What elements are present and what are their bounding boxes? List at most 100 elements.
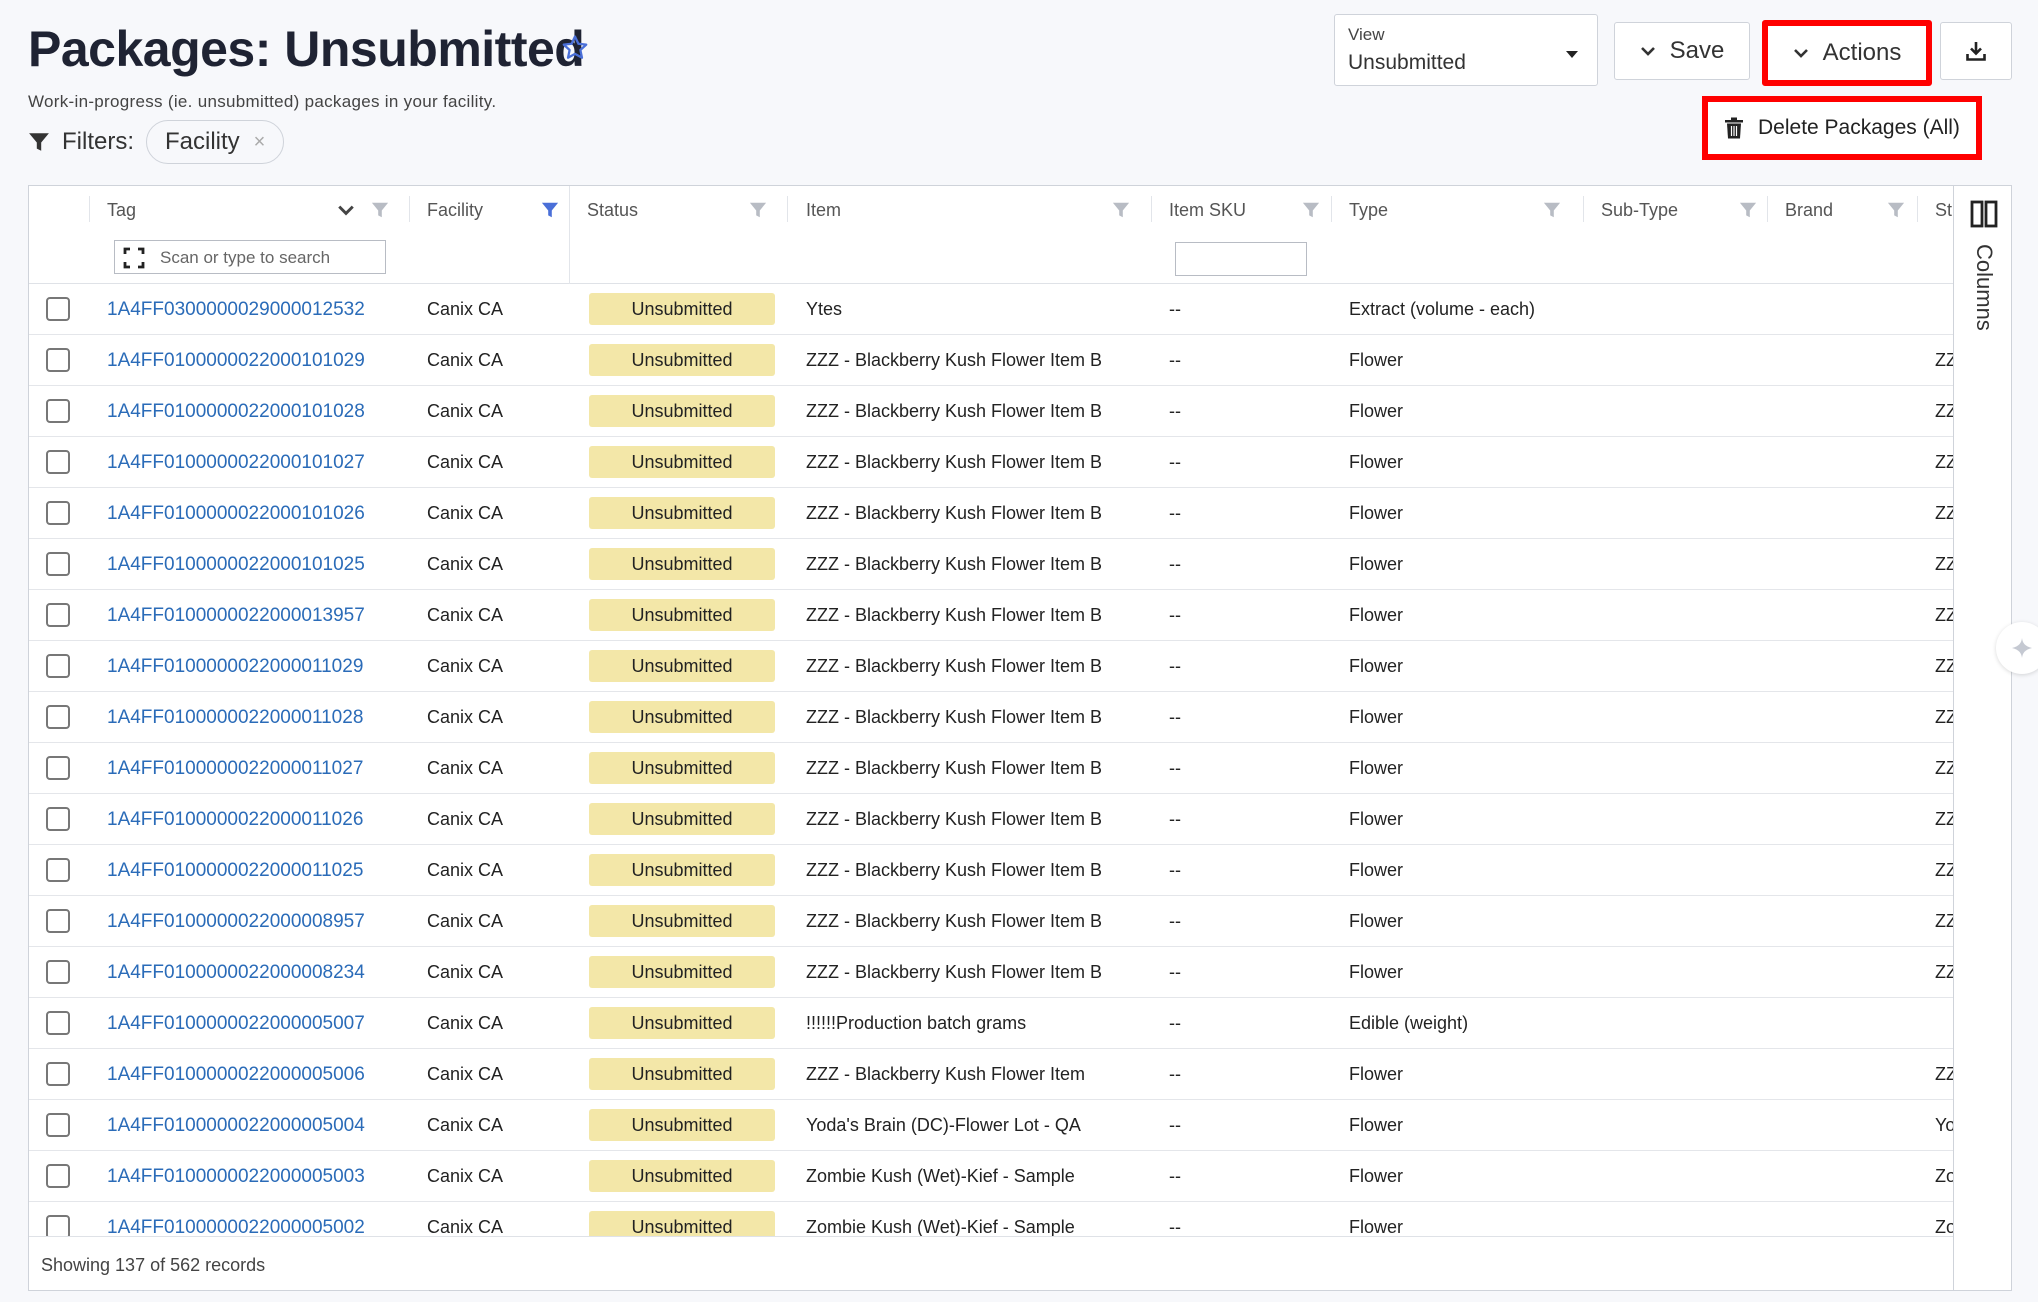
row-checkbox[interactable] [46,858,70,882]
tag-link[interactable]: 1A4FF0100000022000101025 [107,539,407,590]
table-row[interactable]: 1A4FF0100000022000005002 Canix CA Zombie K… [29,1202,1953,1236]
tag-link[interactable]: 1A4FF0100000022000011029 [107,641,407,692]
tag-link-text[interactable]: 1A4FF0100000022000008957 [107,911,365,932]
row-checkbox[interactable] [46,909,70,933]
column-header-brand[interactable]: Brand [1785,200,1833,221]
tag-link[interactable]: 1A4FF0100000022000101028 [107,386,407,437]
row-checkbox[interactable] [46,1164,70,1188]
download-button[interactable] [1940,22,2012,80]
table-row[interactable]: 1A4FF0300000029000012532 Canix CA Ytes -- Ex… [29,284,1953,335]
column-header-strain[interactable]: St [1935,200,1952,221]
table-row[interactable]: 1A4FF0100000022000101027 Canix CA ZZZ - Bl… [29,437,1953,488]
tag-link[interactable]: 1A4FF0100000022000005006 [107,1049,407,1100]
tag-link-text[interactable]: 1A4FF0100000022000101028 [107,401,365,422]
row-checkbox[interactable] [46,960,70,984]
table-row[interactable]: 1A4FF0100000022000005004 Canix CA Yoda's B… [29,1100,1953,1151]
table-row[interactable]: 1A4FF0100000022000101028 Canix CA ZZZ - Bl… [29,386,1953,437]
row-checkbox[interactable] [46,705,70,729]
filter-icon[interactable] [371,201,389,219]
row-checkbox[interactable] [46,756,70,780]
row-checkbox[interactable] [46,297,70,321]
column-header-item-sku[interactable]: Item SKU [1169,200,1246,221]
tag-link[interactable]: 1A4FF0100000022000101029 [107,335,407,386]
table-row[interactable]: 1A4FF0100000022000101029 Canix CA ZZZ - Bl… [29,335,1953,386]
tag-link-text[interactable]: 1A4FF0100000022000101025 [107,554,365,575]
tag-link[interactable]: 1A4FF0100000022000008234 [107,947,407,998]
save-button[interactable]: Save [1614,22,1750,80]
filter-icon[interactable] [749,201,767,219]
filter-icon[interactable] [1739,201,1757,219]
tag-link-text[interactable]: 1A4FF0100000022000011028 [107,707,363,728]
row-checkbox[interactable] [46,450,70,474]
tag-link-text[interactable]: 1A4FF0100000022000013957 [107,605,365,626]
table-row[interactable]: 1A4FF0100000022000013957 Canix CA ZZZ - Bl… [29,590,1953,641]
tag-link-text[interactable]: 1A4FF0300000029000012532 [107,299,365,320]
tag-link-text[interactable]: 1A4FF0100000022000005002 [107,1217,365,1236]
table-row[interactable]: 1A4FF0100000022000011027 Canix CA ZZZ - Bl… [29,743,1953,794]
sort-chevron-icon[interactable] [337,201,355,219]
column-header-facility[interactable]: Facility [427,200,483,221]
table-row[interactable]: 1A4FF0100000022000008234 Canix CA ZZZ - Bl… [29,947,1953,998]
tag-link-text[interactable]: 1A4FF0100000022000011026 [107,809,363,830]
tag-link[interactable]: 1A4FF0100000022000101026 [107,488,407,539]
filter-icon[interactable] [1543,201,1561,219]
row-checkbox[interactable] [46,399,70,423]
table-row[interactable]: 1A4FF0100000022000101025 Canix CA ZZZ - Bl… [29,539,1953,590]
tag-link-text[interactable]: 1A4FF0100000022000005003 [107,1166,365,1187]
table-row[interactable]: 1A4FF0100000022000101026 Canix CA ZZZ - Bl… [29,488,1953,539]
tag-link-text[interactable]: 1A4FF0100000022000101029 [107,350,365,371]
table-row[interactable]: 1A4FF0100000022000005007 Canix CA !!!!!!Pr… [29,998,1953,1049]
filter-icon[interactable] [1112,201,1130,219]
tag-link[interactable]: 1A4FF0100000022000011028 [107,692,407,743]
table-row[interactable]: 1A4FF0100000022000008957 Canix CA ZZZ - Bl… [29,896,1953,947]
tag-link[interactable]: 1A4FF0100000022000011027 [107,743,407,794]
close-icon[interactable]: × [254,131,266,154]
tag-link-text[interactable]: 1A4FF0100000022000101026 [107,503,365,524]
row-checkbox[interactable] [46,654,70,678]
tag-link[interactable]: 1A4FF0100000022000005003 [107,1151,407,1202]
tag-link-text[interactable]: 1A4FF0100000022000011029 [107,656,363,677]
row-checkbox[interactable] [46,348,70,372]
tag-link[interactable]: 1A4FF0100000022000013957 [107,590,407,641]
table-row[interactable]: 1A4FF0100000022000011026 Canix CA ZZZ - Bl… [29,794,1953,845]
tag-link-text[interactable]: 1A4FF0100000022000005004 [107,1115,365,1136]
row-checkbox[interactable] [46,603,70,627]
table-row[interactable]: 1A4FF0100000022000011029 Canix CA ZZZ - Bl… [29,641,1953,692]
column-header-type[interactable]: Type [1349,200,1388,221]
tag-link[interactable]: 1A4FF0100000022000008957 [107,896,407,947]
column-header-item[interactable]: Item [806,200,841,221]
delete-packages-menu-item[interactable]: Delete Packages (All) [1702,96,1982,160]
tag-link[interactable]: 1A4FF0100000022000005004 [107,1100,407,1151]
tag-link-text[interactable]: 1A4FF0100000022000011027 [107,758,363,779]
actions-button[interactable]: Actions [1762,20,1932,86]
tag-link[interactable]: 1A4FF0100000022000005002 [107,1202,407,1236]
table-row[interactable]: 1A4FF0100000022000011025 Canix CA ZZZ - Bl… [29,845,1953,896]
table-row[interactable]: 1A4FF0100000022000005003 Canix CA Zombie K… [29,1151,1953,1202]
columns-side-panel[interactable]: Columns [1953,186,2011,1290]
filter-chip-facility[interactable]: Facility × [146,120,285,164]
table-row[interactable]: 1A4FF0100000022000005006 Canix CA ZZZ - Bl… [29,1049,1953,1100]
tag-search-input[interactable]: Scan or type to search [114,240,386,274]
tag-link-text[interactable]: 1A4FF0100000022000008234 [107,962,365,983]
row-checkbox[interactable] [46,552,70,576]
row-checkbox[interactable] [46,1215,70,1236]
tag-link[interactable]: 1A4FF0100000022000011026 [107,794,407,845]
filter-icon[interactable] [1887,201,1905,219]
column-header-sub-type[interactable]: Sub-Type [1601,200,1678,221]
row-checkbox[interactable] [46,501,70,525]
active-filter-icon[interactable] [541,201,559,219]
row-checkbox[interactable] [46,1062,70,1086]
tag-link[interactable]: 1A4FF0100000022000011025 [107,845,407,896]
row-checkbox[interactable] [46,807,70,831]
column-header-tag[interactable]: Tag [107,200,136,221]
tag-link-text[interactable]: 1A4FF0100000022000101027 [107,452,365,473]
row-checkbox[interactable] [46,1113,70,1137]
tag-link-text[interactable]: 1A4FF0100000022000005006 [107,1064,365,1085]
row-checkbox[interactable] [46,1011,70,1035]
tag-link[interactable]: 1A4FF0100000022000101027 [107,437,407,488]
tag-link-text[interactable]: 1A4FF0100000022000005007 [107,1013,365,1034]
filter-icon[interactable] [1302,201,1320,219]
item-sku-filter-input[interactable] [1175,242,1307,276]
tag-link[interactable]: 1A4FF0100000022000005007 [107,998,407,1049]
view-select[interactable]: View Unsubmitted [1334,14,1598,86]
